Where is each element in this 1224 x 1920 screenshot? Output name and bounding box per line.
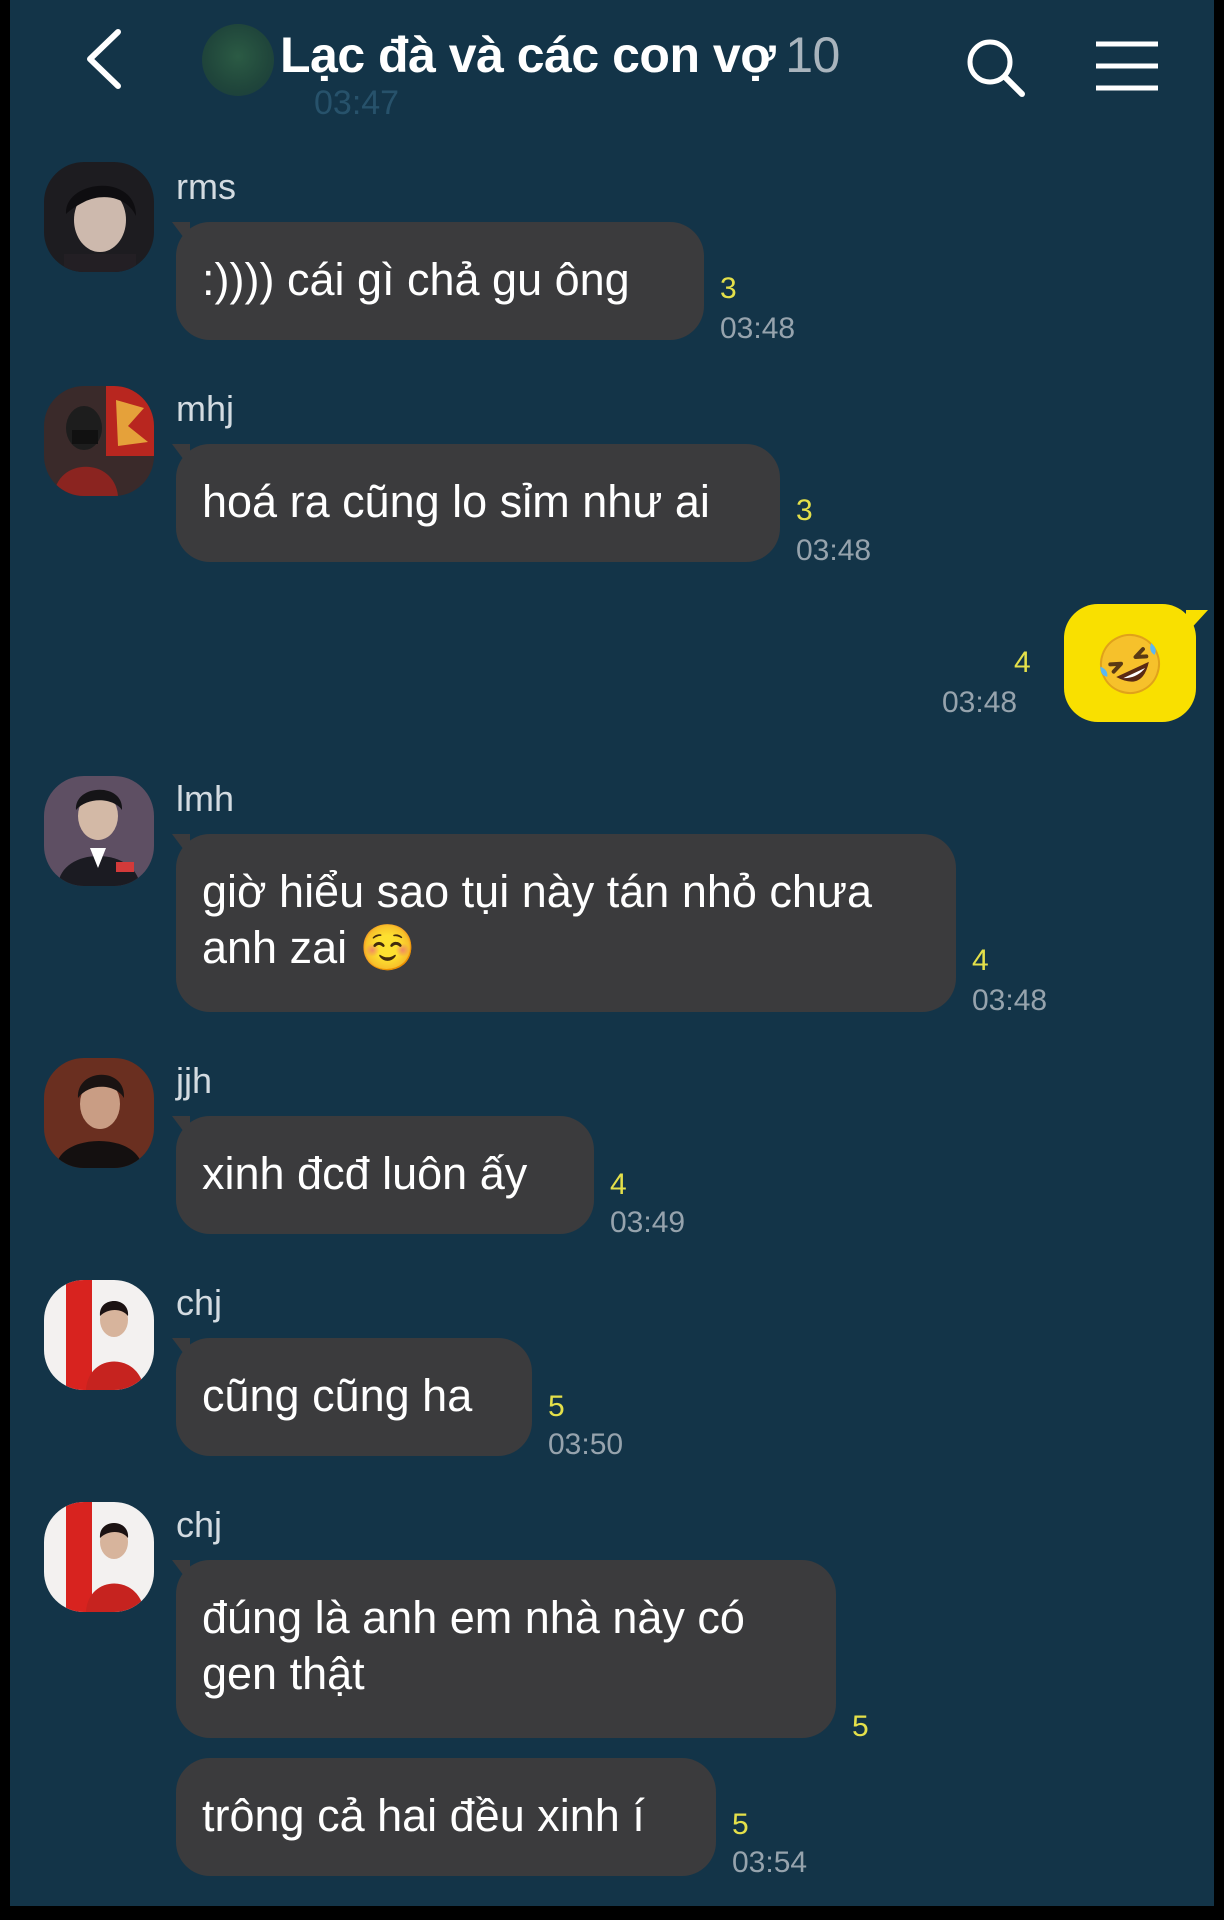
chevron-left-icon — [87, 29, 121, 89]
profile-photo — [44, 386, 154, 496]
message-bubble[interactable]: xinh đcđ luôn ấy — [172, 1116, 594, 1234]
previous-message-emoji — [202, 24, 274, 96]
unread-count: 4 — [972, 944, 989, 977]
message-bubble[interactable]: cũng cũng ha — [172, 1338, 532, 1456]
message-time: 03:50 — [548, 1428, 624, 1461]
message-time: 03:48 — [972, 984, 1048, 1017]
sender-name: chj — [176, 1282, 223, 1323]
sender-name: chj — [176, 1504, 223, 1545]
member-count: 10 — [785, 27, 840, 83]
unread-count: 5 — [732, 1808, 749, 1841]
avatar-chj[interactable] — [44, 1280, 154, 1390]
profile-photo — [44, 1058, 154, 1168]
message-bubble[interactable]: hoá ra cũng lo sỉm như ai — [172, 444, 780, 562]
message-bubble[interactable]: :)))) cái gì chả gu ông — [172, 222, 704, 340]
profile-photo — [44, 1280, 154, 1390]
unread-count: 3 — [720, 272, 737, 305]
profile-photo — [44, 776, 154, 886]
sender-name: mhj — [176, 388, 235, 429]
my-unread-count: 4 — [1014, 646, 1031, 679]
message-bubble[interactable]: đúng là anh em nhà này có gen thật — [172, 1560, 836, 1738]
avatar-rms[interactable] — [44, 162, 154, 272]
my-message-bubble[interactable] — [1064, 604, 1208, 722]
menu-button[interactable] — [1092, 36, 1162, 96]
avatar-jjh[interactable] — [44, 1058, 154, 1168]
back-button[interactable] — [76, 24, 136, 94]
chat-title-text: Lạc đà và các con vợ — [280, 27, 776, 83]
unread-count: 5 — [548, 1390, 565, 1423]
message-bubble[interactable]: trông cả hai đều xinh í — [176, 1758, 716, 1876]
unread-count: 3 — [796, 494, 813, 527]
sender-name: rms — [176, 166, 236, 207]
message-bubble[interactable]: giờ hiểu sao tụi này tán nhỏ chưa anh za… — [172, 834, 956, 1012]
my-message-time: 03:48 — [942, 686, 1018, 719]
avatar-mhj[interactable] — [44, 386, 154, 496]
sender-name: lmh — [176, 778, 235, 819]
chat-screen: 03:47 Lạc đà và các con vợ 10 rms :)))) c… — [10, 0, 1214, 1906]
avatar-chj[interactable] — [44, 1502, 154, 1612]
message-time: 03:54 — [732, 1846, 808, 1879]
unread-count: 5 — [852, 1710, 869, 1743]
message-time: 03:49 — [610, 1206, 686, 1239]
message-time: 03:48 — [720, 312, 796, 345]
rolling-on-floor-laughing-icon — [1100, 634, 1160, 694]
hamburger-menu-icon — [1096, 41, 1158, 91]
sender-name: jjh — [176, 1060, 213, 1101]
chat-title: Lạc đà và các con vợ 10 — [280, 26, 840, 84]
message-time: 03:48 — [796, 534, 872, 567]
profile-photo — [44, 162, 154, 272]
profile-photo — [44, 1502, 154, 1612]
search-button[interactable] — [962, 34, 1032, 104]
search-icon — [967, 39, 1025, 97]
unread-count: 4 — [610, 1168, 627, 1201]
previous-message-time: 03:47 — [314, 84, 400, 122]
avatar-lmh[interactable] — [44, 776, 154, 886]
